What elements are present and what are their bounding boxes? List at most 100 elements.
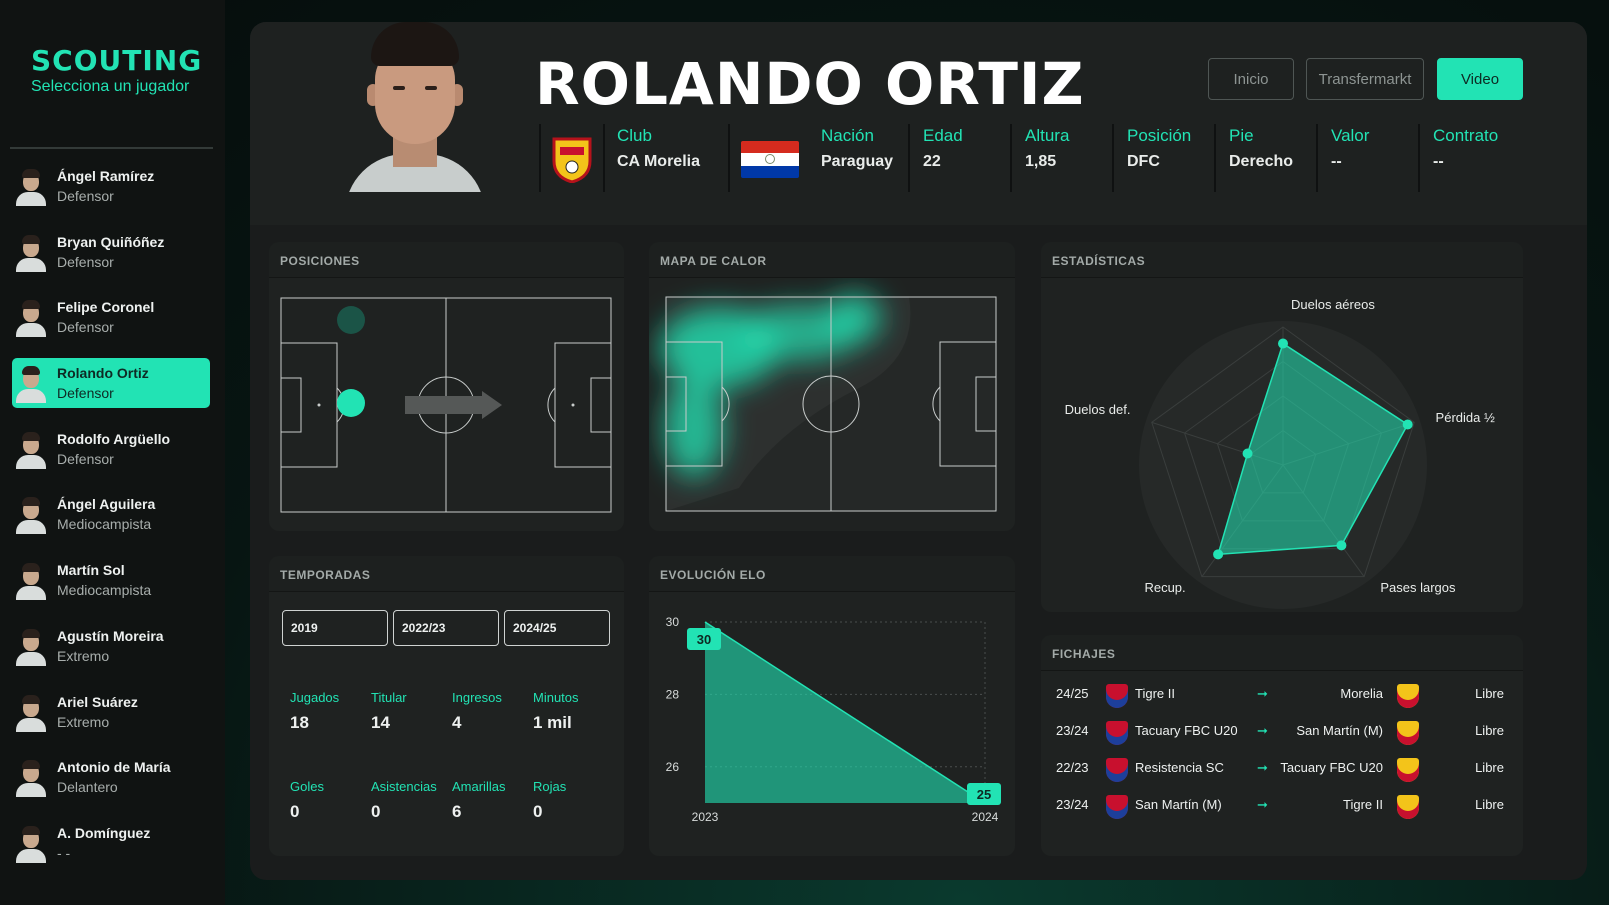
avatar [15,823,47,863]
paraguay-flag-icon [741,141,799,178]
arrow-right-icon: ➞ [1257,686,1268,701]
player-item-name: Martín Sol [57,562,125,579]
season-stat-value: 0 [290,802,300,821]
player-item-position: Defensor [57,319,114,336]
season-stat: Asistencias 0 [371,779,451,822]
player-header: ROLANDO ORTIZ Inicio Transfermarkt Video… [250,22,1587,225]
season-stat-label: Rojas [533,779,567,794]
stats-title: ESTADÍSTICAS [1041,242,1523,278]
contract-value: -- [1433,153,1444,170]
to-club-crest-icon [1397,795,1419,819]
arrow-right-icon: ➞ [1257,760,1268,775]
inicio-button[interactable]: Inicio [1208,58,1294,100]
avatar [15,757,47,798]
positions-title: POSICIONES [269,242,624,278]
season-stat-value: 1 mil [533,713,572,732]
player-photo [345,22,485,192]
age-info: Edad 22 [923,124,963,194]
elo-x-tick: 2023 [692,810,719,824]
arrow-right-icon: ➞ [1257,797,1268,812]
avatar [15,429,47,469]
radar-axis-label: Pases largos [1380,580,1456,595]
player-item-position: Defensor [57,450,114,467]
season-stat-label: Ingresos [452,690,502,705]
elo-y-tick: 30 [666,615,680,629]
positions-pitch [280,297,612,513]
player-list-item[interactable]: Martín Sol Mediocampista [12,555,210,605]
player-item-name: Rolando Ortiz [57,365,149,382]
player-name: ROLANDO ORTIZ [535,50,1085,118]
player-list-item[interactable]: Ángel Aguilera Mediocampista [12,489,210,539]
season-tab-2019[interactable]: 2019 [282,610,388,646]
player-list-item[interactable]: Antonio de María Delantero [12,752,210,802]
player-item-position: - - [57,844,71,861]
seasons-title: TEMPORADAS [269,556,624,592]
transfer-from: Resistencia SC [1135,760,1224,775]
transfer-row: 24/25 Tigre II ➞ Morelia Libre [1041,677,1523,714]
player-item-name: Agustín Moreira [57,627,164,644]
avatar [15,494,47,535]
main-panel: ROLANDO ORTIZ Inicio Transfermarkt Video… [250,22,1587,880]
video-button[interactable]: Video [1437,58,1523,100]
transfers-title: FICHAJES [1041,635,1523,671]
positions-card: POSICIONES [269,242,624,531]
radar-point [1278,338,1288,349]
player-list-item[interactable]: A. Domínguez - - [12,818,210,868]
season-tab-2024-25[interactable]: 2024/25 [504,610,610,646]
transfer-fee: Libre [1475,723,1504,738]
transfer-to: Morelia [1340,686,1383,701]
season-stat-value: 0 [371,802,381,821]
player-list-item[interactable]: Bryan Quiñóñez Defensor [12,227,210,277]
nation-info: Nación Paraguay [821,124,893,194]
elo-y-tick: 28 [666,687,680,701]
player-list-item[interactable]: Agustín Moreira Extremo [12,621,210,671]
player-item-position: Defensor [57,253,114,270]
avatar [15,297,47,338]
player-list-item[interactable]: Ariel Suárez Extremo [12,687,210,737]
club-crest-icon [551,135,593,188]
season-tab-2022-23[interactable]: 2022/23 [393,610,499,646]
avatar [15,692,47,732]
transfermarkt-button[interactable]: Transfermarkt [1306,58,1424,100]
season-stat: Jugados 18 [290,690,370,733]
elo-area-chart: 30 28 26 30 25 2023 2024 [666,615,1001,824]
transfer-to: Tigre II [1343,797,1383,812]
season-stat-label: Titular [371,690,407,705]
avatar [15,232,47,272]
value-info: Valor -- [1331,124,1369,194]
foot-value: Derecho [1229,153,1294,170]
player-list-item[interactable]: Felipe Coronel Defensor [12,292,210,342]
arrow-right-icon: ➞ [1257,723,1268,738]
season-stat-value: 0 [533,802,543,821]
transfer-season: 22/23 [1056,760,1089,775]
contract-info: Contrato -- [1433,124,1498,194]
nation-value: Paraguay [821,153,894,170]
sidebar-divider [10,147,213,149]
player-list-item[interactable]: Rolando Ortiz Defensor [12,358,210,409]
season-stat-value: 6 [452,802,462,821]
season-stat-label: Minutos [533,690,579,705]
app-subtitle: Selecciona un jugador [31,78,190,95]
transfer-from: San Martín (M) [1135,797,1222,812]
club-info: Club CA Morelia [617,124,700,194]
player-item-name: A. Domínguez [57,824,151,841]
to-club-crest-icon [1397,684,1419,708]
transfer-season: 23/24 [1056,797,1089,812]
transfer-to: Tacuary FBC U20 [1280,760,1383,775]
seasons-card: TEMPORADAS 2019 2022/23 2024/25 Jugados 1… [269,556,624,856]
season-stat: Amarillas 6 [452,779,532,822]
transfer-fee: Libre [1475,797,1504,812]
stats-radar-chart: Duelos aéreos Pérdida ½ Pases largos Recup.… [1065,297,1495,609]
from-club-crest-icon [1106,758,1128,782]
player-item-name: Bryan Quiñóñez [57,233,165,250]
player-item-position: Extremo [57,713,110,730]
player-list-item[interactable]: Rodolfo Argüello Defensor [12,424,210,474]
avatar [15,626,47,666]
player-list-item[interactable]: Ángel Ramírez Defensor [12,161,210,211]
player-item-name: Rodolfo Argüello [57,430,171,447]
value-value: -- [1331,153,1342,170]
elo-title: EVOLUCIÓN ELO [649,556,1015,592]
radar-point [1402,419,1413,430]
season-stat-value: 14 [371,713,390,732]
radar-point [1336,540,1347,551]
